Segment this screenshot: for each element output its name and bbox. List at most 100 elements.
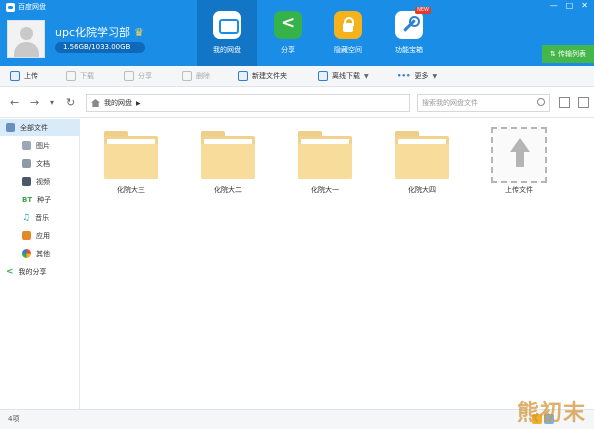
other-icon: [22, 249, 31, 258]
sidebar-item-documents[interactable]: 文档: [0, 155, 80, 172]
nav-label: 我的网盘: [213, 46, 241, 54]
sidebar-item-label: 全部文件: [20, 123, 48, 132]
offline-download-label: 离线下载: [332, 72, 360, 80]
offline-download-button[interactable]: 离线下载 ▼: [318, 71, 369, 81]
chevron-down-icon[interactable]: ▾: [50, 98, 54, 107]
transfer-list-button[interactable]: ⇅ 传输列表: [542, 45, 594, 63]
sidebar-item-other[interactable]: 其他: [0, 245, 80, 262]
video-icon: [22, 177, 31, 186]
sidebar-item-videos[interactable]: 视频: [0, 173, 80, 190]
nav-toolbox[interactable]: NEW 功能宝箱: [379, 0, 439, 66]
disk-icon: [213, 11, 241, 39]
offline-download-icon: [318, 71, 328, 81]
close-button[interactable]: ✕: [581, 1, 588, 10]
folder-icon: [298, 131, 352, 179]
music-icon: ♫: [22, 212, 31, 223]
grid-view-icon[interactable]: [578, 97, 589, 108]
share-button[interactable]: 分享: [124, 71, 152, 81]
download-icon: [66, 71, 76, 81]
share-icon: [274, 11, 302, 39]
nav-share[interactable]: 分享: [258, 0, 318, 66]
app-icon: [22, 231, 31, 240]
upload-button[interactable]: 上传: [10, 71, 38, 81]
list-view-icon[interactable]: [559, 97, 570, 108]
more-label: 更多: [414, 72, 429, 80]
search-placeholder: 搜索我的网盘文件: [422, 99, 478, 107]
new-folder-icon: [238, 71, 248, 81]
search-input[interactable]: 搜索我的网盘文件: [417, 94, 550, 112]
sidebar-item-all-files[interactable]: 全部文件: [0, 119, 80, 136]
sidebar-item-images[interactable]: 图片: [0, 137, 80, 154]
upload-icon: [10, 71, 20, 81]
nav-label: 隐藏空间: [334, 46, 362, 54]
nav-label: 功能宝箱: [395, 46, 423, 54]
crown-icon[interactable]: ♛: [134, 26, 144, 39]
more-dots-icon: •••: [397, 72, 411, 80]
sidebar-item-label: 图片: [36, 141, 50, 150]
nav-my-disk[interactable]: 我的网盘: [197, 0, 257, 66]
refresh-icon[interactable]: ↻: [66, 96, 75, 109]
folder-icon: [6, 123, 15, 132]
new-badge: NEW: [415, 7, 431, 14]
sidebar-item-label: 音乐: [35, 213, 50, 222]
file-name: 化院大二: [214, 186, 242, 194]
upload-label: 上传: [24, 72, 38, 80]
folder-icon: [104, 131, 158, 179]
bt-icon: BT: [22, 195, 33, 204]
sidebar-item-label: 文档: [36, 159, 50, 168]
trash-icon: [182, 71, 192, 81]
back-arrow-icon[interactable]: ←: [10, 96, 19, 109]
transfer-label: 传输列表: [558, 50, 587, 58]
breadcrumb[interactable]: 我的网盘 ▶: [86, 94, 410, 112]
sidebar: 全部文件 图片 文档 视频 BT 种子 ♫ 音乐 应用 其他 < 我的分享: [0, 119, 80, 409]
forward-arrow-icon[interactable]: →: [30, 96, 39, 109]
folder-icon: [201, 131, 255, 179]
new-folder-label: 新建文件夹: [252, 72, 287, 80]
folder-icon: [395, 131, 449, 179]
new-folder-button[interactable]: 新建文件夹: [238, 71, 287, 81]
more-button[interactable]: ••• 更多 ▼: [397, 71, 437, 81]
sidebar-item-my-shares[interactable]: < 我的分享: [0, 263, 80, 280]
avatar[interactable]: [7, 20, 45, 58]
item-count: 4项: [8, 415, 20, 423]
minimize-button[interactable]: —: [550, 1, 558, 10]
sidebar-item-label: 其他: [36, 249, 50, 258]
breadcrumb-item[interactable]: 我的网盘: [104, 98, 132, 108]
status-bar: 4项: [0, 409, 594, 429]
share-label: 分享: [138, 72, 152, 80]
sidebar-item-label: 种子: [37, 195, 52, 204]
folder-item[interactable]: 化院大二: [193, 131, 263, 195]
toolbar: 上传 下载 分享 删除 新建文件夹 离线下载 ▼ ••• 更多 ▼: [0, 66, 594, 87]
download-button[interactable]: 下载: [66, 71, 94, 81]
cloud-logo-icon: [6, 2, 15, 12]
share-small-icon: <: [6, 266, 14, 277]
chevron-down-icon: ▼: [364, 72, 369, 80]
window-controls: — □ ✕: [550, 1, 588, 10]
folder-item[interactable]: 化院大四: [387, 131, 457, 195]
file-name: 化院大四: [408, 186, 436, 194]
file-grid: 化院大三 化院大二 化院大一 化院大四 上传文件: [81, 119, 594, 409]
upload-tile[interactable]: 上传文件: [484, 127, 554, 195]
sidebar-item-torrents[interactable]: BT 种子: [0, 191, 80, 208]
app-title-text: 百度网盘: [18, 3, 46, 11]
delete-button[interactable]: 删除: [182, 71, 210, 81]
folder-item[interactable]: 化院大一: [290, 131, 360, 195]
header-bar: 百度网盘 upc化院学习部 ♛ 1.56GB/1033.00GB 我的网盘 分享…: [0, 0, 594, 66]
maximize-button[interactable]: □: [566, 1, 574, 10]
share-small-icon: [124, 71, 134, 81]
file-name: 上传文件: [505, 186, 533, 194]
home-icon: [91, 99, 100, 107]
search-icon[interactable]: [537, 98, 545, 106]
address-bar: ← → ▾ ↻ 我的网盘 ▶ 搜索我的网盘文件: [0, 88, 594, 118]
sidebar-item-apps[interactable]: 应用: [0, 227, 80, 244]
sidebar-item-music[interactable]: ♫ 音乐: [0, 209, 80, 226]
chevron-down-icon: ▼: [432, 72, 438, 80]
sidebar-item-label: 我的分享: [18, 267, 47, 276]
toolbox-icon: NEW: [395, 7, 431, 39]
watermark-text: 熊初末: [516, 401, 586, 426]
quota-bar: 1.56GB/1033.00GB: [55, 42, 145, 53]
username[interactable]: upc化院学习部 ♛: [55, 24, 144, 40]
app-title: 百度网盘: [6, 2, 46, 12]
nav-hidden-space[interactable]: 隐藏空间: [318, 0, 378, 66]
folder-item[interactable]: 化院大三: [96, 131, 166, 195]
